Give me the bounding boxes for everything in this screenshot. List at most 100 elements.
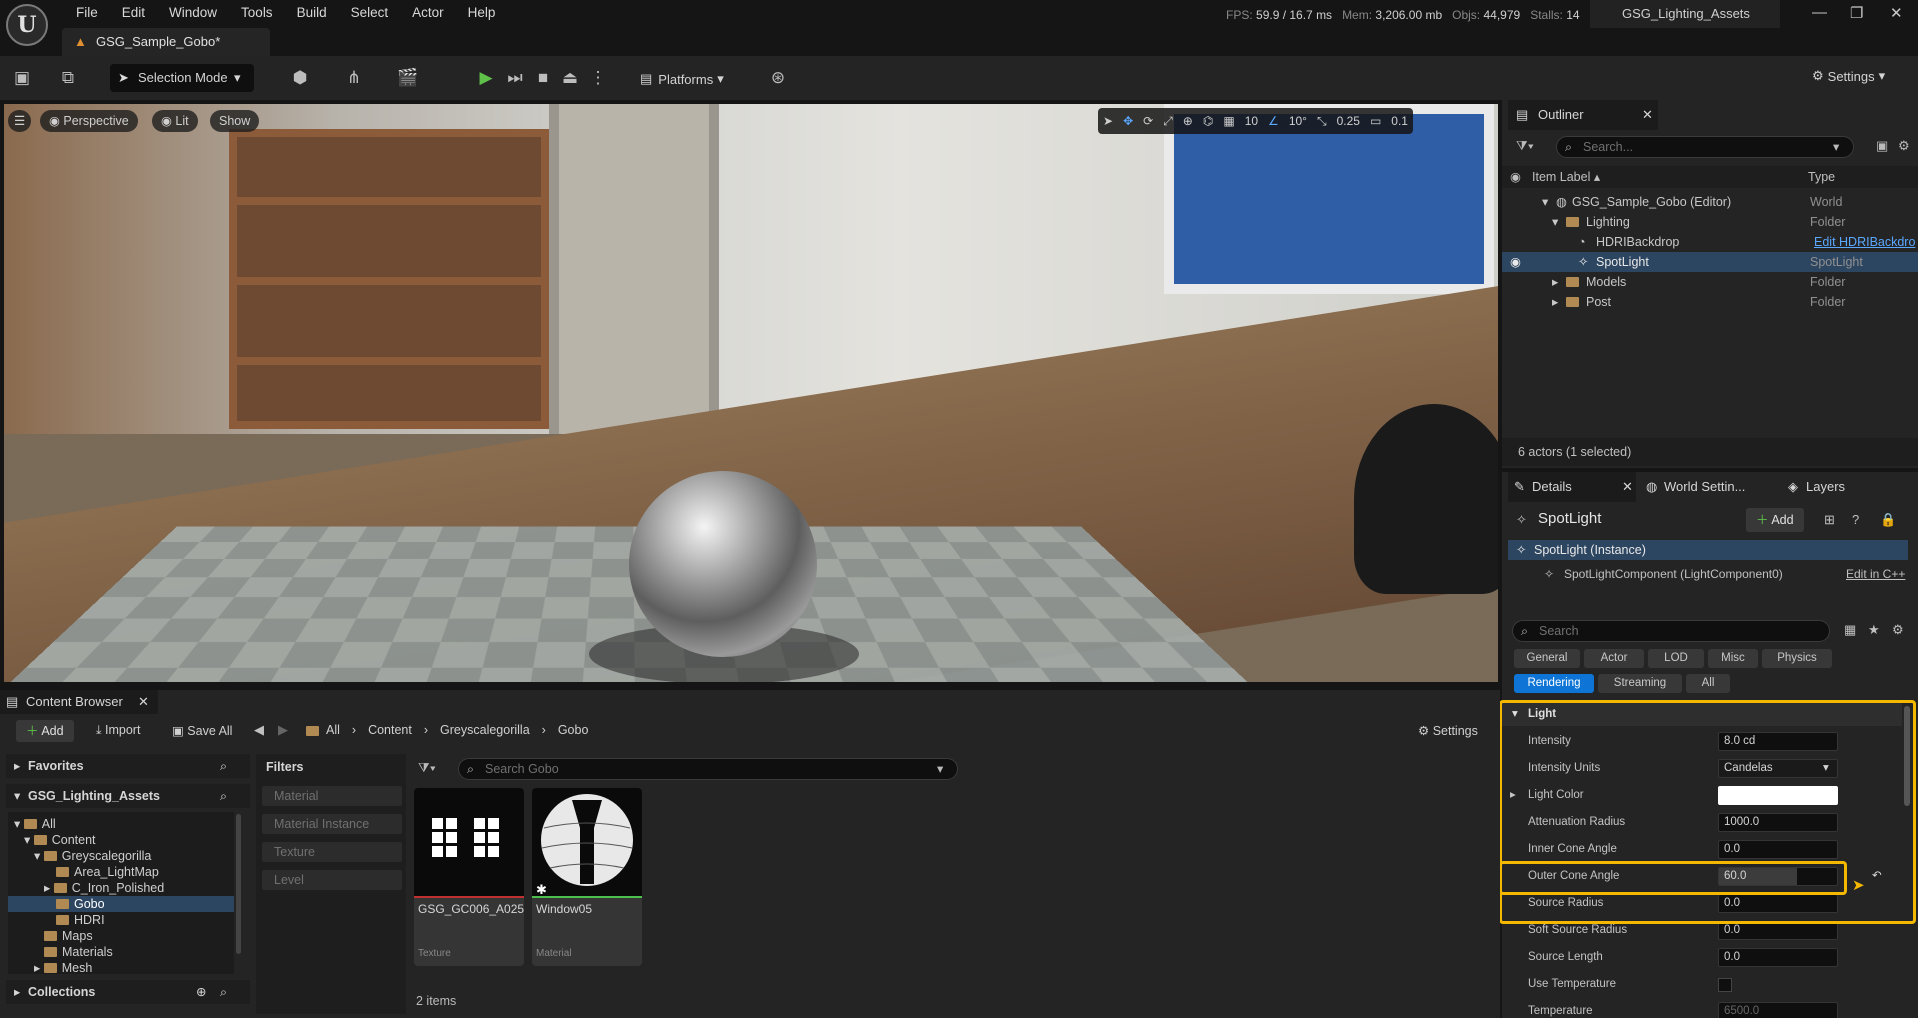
favorites-header[interactable]: ▸ Favorites ⌕	[6, 754, 250, 778]
outliner-tab[interactable]: ▤ Outliner ✕	[1508, 100, 1658, 130]
menu-file[interactable]: File	[64, 3, 110, 23]
category-misc[interactable]: Misc	[1708, 649, 1758, 668]
cb-settings-button[interactable]: ⚙ Settings	[1418, 723, 1478, 738]
menu-actor[interactable]: Actor	[400, 3, 456, 23]
perspective-button[interactable]: ◉ Perspective	[40, 110, 138, 132]
grid-icon[interactable]: ▦	[1218, 114, 1239, 128]
add-actor-icon[interactable]: ⬢	[288, 66, 312, 90]
world-settings-tab[interactable]: ◍ World Settin...	[1640, 472, 1770, 502]
chevron-down-icon[interactable]: ▾	[1833, 137, 1839, 157]
camera-speed-icon[interactable]: ▭	[1365, 114, 1386, 128]
help-icon[interactable]: ?	[1852, 512, 1859, 527]
tree-materials[interactable]: Materials	[44, 944, 113, 960]
angle-icon[interactable]: ∠	[1263, 114, 1284, 128]
details-search-input[interactable]: ⌕ Search	[1512, 620, 1830, 642]
outliner-row-world[interactable]: ▾ ◍ GSG_Sample_Gobo (Editor) World	[1502, 192, 1918, 212]
outliner-row-lighting[interactable]: ▾ Lighting Folder	[1502, 212, 1918, 232]
chrome-sphere[interactable]	[629, 471, 817, 657]
category-streaming[interactable]: Streaming	[1598, 674, 1682, 693]
level-viewport[interactable]: ☰ ◉ Perspective ◉ Lit Show ➤ ✥ ⟳ ⤢ ⊕ ⌬ ▦…	[4, 104, 1498, 682]
lock-icon[interactable]: 🔒	[1880, 512, 1896, 528]
visibility-icon[interactable]: ◉	[1510, 252, 1521, 272]
folder-icon[interactable]	[306, 723, 324, 738]
search-icon[interactable]: ⌕	[220, 980, 227, 1004]
outliner-search-input[interactable]: ⌕ Search... ▾	[1556, 136, 1854, 158]
use-temperature-checkbox[interactable]	[1718, 978, 1732, 992]
scale-snap-value[interactable]: 0.25	[1332, 114, 1365, 128]
asset-tile-texture[interactable]: GSG_GC006_A025_Window05 Texture	[414, 788, 524, 966]
search-icon[interactable]: ⌕	[220, 754, 227, 778]
asset-tile-material[interactable]: ✱ Window05 Material	[532, 788, 642, 966]
angle-snap-value[interactable]: 10°	[1284, 114, 1312, 128]
filter-icon[interactable]: ⧩▾	[1516, 138, 1534, 154]
layers-tab[interactable]: ◈ Layers	[1782, 472, 1872, 502]
menu-window[interactable]: Window	[157, 3, 229, 23]
filter-material-instance[interactable]: Material Instance	[262, 814, 402, 834]
history-back-icon[interactable]: ◀	[254, 722, 264, 738]
save-icon[interactable]: ▣	[10, 66, 34, 90]
filter-texture[interactable]: Texture	[262, 842, 402, 862]
close-window-icon[interactable]: ✕	[1890, 4, 1903, 22]
menu-edit[interactable]: Edit	[110, 3, 157, 23]
show-button[interactable]: Show	[210, 110, 260, 132]
edit-in-cpp-link[interactable]: Edit in C++	[1846, 564, 1905, 584]
category-all[interactable]: All	[1686, 674, 1730, 693]
lit-button[interactable]: ◉ Lit	[152, 110, 198, 132]
scale-icon[interactable]: ⤢	[1158, 114, 1178, 129]
gear-icon[interactable]: ⚙	[1892, 622, 1904, 638]
surface-snap-icon[interactable]: ⌬	[1198, 114, 1218, 128]
details-tab[interactable]: ✎ Details ✕	[1508, 472, 1636, 502]
cinematics-icon[interactable]: 🎬	[396, 66, 420, 90]
category-rendering[interactable]: Rendering	[1514, 674, 1594, 693]
blueprint-icon[interactable]: ⊞	[1824, 512, 1835, 528]
tree-hdri[interactable]: HDRI	[56, 912, 105, 928]
scale-snap-icon[interactable]: ⤡	[1312, 114, 1332, 129]
maximize-icon[interactable]: ❐	[1850, 4, 1863, 22]
level-tab[interactable]: ▲ GSG_Sample_Gobo*	[62, 28, 270, 56]
outliner-row-hdribackdrop[interactable]: ◔ HDRIBackdrop Edit HDRIBackdro	[1502, 232, 1918, 252]
asset-search-input[interactable]: ⌕ Search Gobo ▾	[458, 758, 958, 780]
tree-maps[interactable]: Maps	[44, 928, 93, 944]
filter-icon[interactable]: ⧩▾	[418, 760, 436, 776]
tree-greyscalegorilla[interactable]: ▾ Greyscalegorilla	[34, 848, 151, 864]
filter-material[interactable]: Material	[262, 786, 402, 806]
tree-area-lightmap[interactable]: Area_LightMap	[56, 864, 159, 880]
select-icon[interactable]: ➤	[1098, 114, 1118, 128]
search-icon[interactable]: ⌕	[220, 784, 227, 808]
source-length-field[interactable]: 0.0	[1718, 948, 1838, 967]
play-options-icon[interactable]: ⋮	[586, 66, 610, 90]
tree-scrollbar[interactable]	[236, 814, 241, 954]
add-folder-icon[interactable]: ▣	[1876, 138, 1888, 154]
menu-help[interactable]: Help	[456, 3, 508, 23]
play-icon[interactable]: ▶	[474, 66, 498, 90]
breadcrumb-gobo[interactable]: Gobo	[558, 723, 589, 737]
breadcrumb-all[interactable]: All	[326, 723, 340, 737]
project-header[interactable]: ▾ GSG_Lighting_Assets ⌕	[6, 784, 250, 808]
edit-hdribackdrop-link[interactable]: Edit HDRIBackdro	[1814, 232, 1915, 252]
viewport-menu-icon[interactable]: ☰	[8, 110, 32, 132]
import-button[interactable]: ⤓ Import	[96, 723, 140, 738]
translate-icon[interactable]: ✥	[1118, 114, 1138, 128]
table-view-icon[interactable]: ▦	[1844, 622, 1856, 638]
step-icon[interactable]: ⏭	[503, 66, 527, 90]
collections-header[interactable]: ▸ Collections ⊕ ⌕	[6, 980, 250, 1004]
camera-speed-value[interactable]: 0.1	[1386, 114, 1413, 128]
temperature-field[interactable]: 6500.0	[1718, 1002, 1838, 1018]
component-row[interactable]: ✧ SpotLightComponent (LightComponent0) E…	[1508, 564, 1908, 584]
close-icon[interactable]: ✕	[1642, 100, 1653, 130]
tree-c-iron-polished[interactable]: ▸ C_Iron_Polished	[44, 880, 164, 896]
chevron-down-icon[interactable]: ▾	[937, 759, 943, 779]
breadcrumb-greyscalegorilla[interactable]: Greyscalegorilla	[440, 723, 530, 737]
blueprint-icon[interactable]: ⋔	[342, 66, 366, 90]
outliner-row-models[interactable]: ▸ Models Folder	[1502, 272, 1918, 292]
filter-level[interactable]: Level	[262, 870, 402, 890]
content-browser-tab[interactable]: ▤ Content Browser ✕	[0, 690, 158, 714]
add-button[interactable]: ＋ Add	[16, 720, 74, 742]
browse-icon[interactable]: ⧉	[56, 66, 80, 90]
menu-build[interactable]: Build	[285, 3, 339, 23]
save-all-button[interactable]: ▣ Save All	[172, 723, 232, 738]
eject-icon[interactable]: ⏏	[558, 66, 582, 90]
close-icon[interactable]: ✕	[138, 690, 149, 714]
platforms-button[interactable]: ▤ Platforms ▾	[640, 68, 724, 90]
star-icon[interactable]: ★	[1868, 622, 1880, 638]
